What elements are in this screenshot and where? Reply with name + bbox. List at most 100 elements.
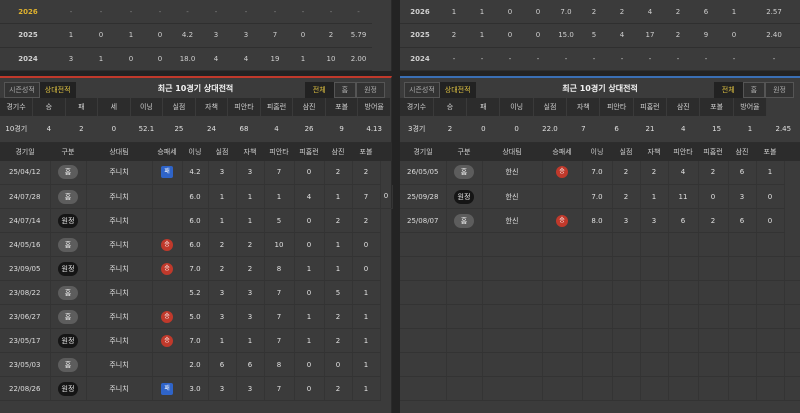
summary-header: 승 xyxy=(32,98,66,116)
empty-cell xyxy=(728,304,757,329)
summary-header: 자책 xyxy=(195,98,229,116)
left-record-table: 경기일 구분 상대팀 승패세 이닝 실점 자책 피안타 피홈런 삼진 포볼 25/04/12 홈 주니치… xyxy=(0,142,393,401)
season-cell: - xyxy=(317,0,345,24)
record-row[interactable]: 25/08/07 홈 한신 승 8.0 3 3 6 2 6 0 xyxy=(400,208,800,233)
season-cell: 2 xyxy=(664,23,692,48)
left-filter-all[interactable]: 전체 xyxy=(304,82,334,98)
summary-value: 68 xyxy=(227,116,261,143)
season-cell: 1 xyxy=(440,0,468,24)
left-tab-h2h[interactable]: 상대전적 xyxy=(39,82,76,98)
season-cell: 4 xyxy=(608,23,636,48)
record-stat: 5.2 xyxy=(182,280,209,305)
record-header: 경기일 xyxy=(400,142,446,161)
location-badge: 원정 xyxy=(453,189,475,204)
season-cell: - xyxy=(231,0,261,24)
record-stat: 1 xyxy=(352,376,381,401)
empty-cell xyxy=(784,328,800,353)
record-row[interactable]: 23/08/22 홈 주니치 5.2 3 3 7 0 5 1 xyxy=(0,280,392,305)
empty-cell xyxy=(698,232,729,257)
record-opponent[interactable]: 주니치 xyxy=(86,304,153,329)
right-header-bar: 시즌성적 상대전적 최근 10경기 상대전적 전체 홈 원정 xyxy=(400,78,800,98)
season-cell: 0 xyxy=(146,47,174,71)
empty-cell xyxy=(668,256,699,281)
record-opponent[interactable]: 한신 xyxy=(482,160,543,185)
record-location-cell: 원정 xyxy=(446,184,483,209)
record-stat: 4 xyxy=(668,160,699,185)
summary-value: 22.0 xyxy=(533,116,567,143)
record-row[interactable]: 23/05/17 원정 주니치 승 7.0 1 1 7 1 2 1 xyxy=(0,328,392,353)
record-opponent[interactable]: 주니치 xyxy=(86,376,153,401)
record-header: 자책 xyxy=(640,142,668,161)
summary-header: 피안타 xyxy=(227,98,261,116)
left-tab-season[interactable]: 시즌성적 xyxy=(4,82,40,98)
record-row[interactable]: 24/05/16 홈 주니치 승 6.0 2 2 10 0 1 0 xyxy=(0,232,392,257)
record-opponent[interactable]: 주니치 xyxy=(86,256,153,281)
empty-cell xyxy=(542,280,583,305)
record-opponent[interactable]: 한신 xyxy=(482,184,543,209)
record-row[interactable]: 22/08/26 원정 주니치 패 3.0 3 3 7 0 2 1 xyxy=(0,376,392,401)
record-row[interactable]: 25/04/12 홈 주니치 패 4.2 3 3 7 0 2 2 xyxy=(0,160,392,185)
empty-cell xyxy=(612,280,641,305)
record-stat: 1 xyxy=(236,328,265,353)
record-date: 23/05/03 xyxy=(0,352,51,377)
record-stat: 2 xyxy=(324,376,353,401)
empty-cell xyxy=(400,256,447,281)
record-opponent[interactable]: 주니치 xyxy=(86,280,153,305)
record-row[interactable]: 23/09/05 원정 주니치 승 7.0 2 2 8 1 1 0 xyxy=(0,256,392,281)
right-filter-away[interactable]: 원정 xyxy=(765,82,794,98)
record-location-cell: 홈 xyxy=(50,304,87,329)
record-row[interactable]: 26/05/05 홈 한신 승 7.0 2 2 4 2 6 1 xyxy=(400,160,800,185)
record-stat: 0 xyxy=(294,232,325,257)
record-location-cell: 홈 xyxy=(50,184,87,209)
record-row[interactable]: 24/07/28 홈 주니치 6.0 1 1 1 4 1 7 0 xyxy=(0,184,393,209)
record-row[interactable]: 24/07/14 원정 주니치 6.0 1 1 5 0 2 2 xyxy=(0,208,392,233)
empty-cell xyxy=(640,304,669,329)
record-stat: 7 xyxy=(264,304,295,329)
right-tab-season[interactable]: 시즌성적 xyxy=(404,82,440,98)
season-cell: 3 xyxy=(201,23,231,48)
summary-header: 포볼 xyxy=(325,98,359,116)
record-opponent[interactable]: 주니치 xyxy=(86,328,153,353)
record-opponent[interactable]: 주니치 xyxy=(86,208,153,233)
empty-cell xyxy=(640,376,669,401)
record-opponent[interactable]: 한신 xyxy=(482,208,543,233)
season-year: 2026 xyxy=(0,0,56,24)
empty-cell xyxy=(482,352,543,377)
season-year: 2025 xyxy=(0,23,56,48)
season-cell: 2 xyxy=(608,0,636,24)
record-stat: 0 xyxy=(294,376,325,401)
record-stat: 7.0 xyxy=(182,328,209,353)
record-row[interactable]: 23/05/03 홈 주니치 2.0 6 6 8 0 0 1 xyxy=(0,352,392,377)
record-stat: 6.0 xyxy=(182,184,209,209)
location-badge: 원정 xyxy=(57,381,79,396)
record-row[interactable]: 23/06/27 홈 주니치 승 5.0 3 3 7 1 2 1 xyxy=(0,304,392,329)
record-stat: 0 xyxy=(294,352,325,377)
empty-cell xyxy=(698,256,729,281)
season-year: 2025 xyxy=(400,23,440,48)
record-opponent[interactable]: 주니치 xyxy=(86,232,153,257)
left-filter-home[interactable]: 홈 xyxy=(333,82,357,98)
record-result-cell: 패 xyxy=(152,376,183,401)
record-result-cell: 패 xyxy=(152,160,183,185)
empty-cell xyxy=(728,256,757,281)
right-filter-home[interactable]: 홈 xyxy=(742,82,766,98)
record-header: 경기일 xyxy=(0,142,50,161)
record-stat: 2 xyxy=(236,256,265,281)
summary-header: 실점 xyxy=(162,98,196,116)
summary-header: 피홈런 xyxy=(633,98,668,116)
right-season-panel: 2026 1 1 0 0 7.0 2 2 4 2 6 1 2.57 2025 2 1 0 0 15.0 5 4 17 2 9 0… xyxy=(400,0,800,71)
summary-value: 7 xyxy=(566,116,600,143)
record-opponent[interactable]: 주니치 xyxy=(86,184,153,209)
summary-header: 승 xyxy=(433,98,468,116)
right-filter-all[interactable]: 전체 xyxy=(713,82,743,98)
record-result-cell xyxy=(152,208,183,233)
record-opponent[interactable]: 주니치 xyxy=(86,160,153,185)
season-year: 2024 xyxy=(0,47,56,71)
location-badge: 홈 xyxy=(454,165,474,180)
record-opponent[interactable]: 주니치 xyxy=(86,352,153,377)
summary-value: 4 xyxy=(666,116,700,143)
empty-cell xyxy=(728,280,757,305)
right-tab-h2h[interactable]: 상대전적 xyxy=(439,82,476,98)
record-row[interactable]: 25/09/28 원정 한신 7.0 2 1 11 0 3 0 xyxy=(400,184,800,209)
left-filter-away[interactable]: 원정 xyxy=(356,82,385,98)
